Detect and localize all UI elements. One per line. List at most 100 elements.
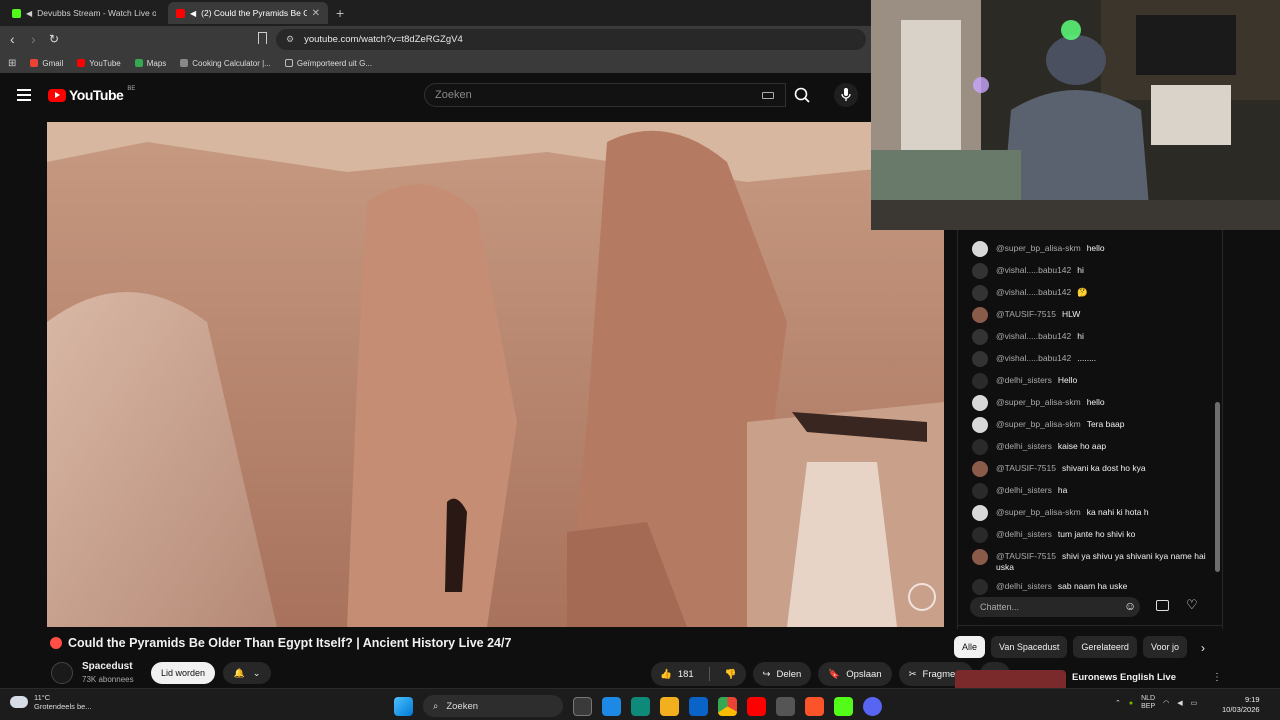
more-vertical-icon[interactable]: ⋮ <box>1212 672 1222 683</box>
chat-author[interactable]: @super_bp_alisa-skm <box>996 419 1081 429</box>
weather-widget[interactable]: 11°C Grotendeels be... <box>10 693 92 711</box>
chat-avatar[interactable] <box>972 263 988 279</box>
reload-icon[interactable]: ↻ <box>49 32 59 46</box>
notification-bell-button[interactable]: 🔔 ⌄ <box>223 662 271 684</box>
brave-icon[interactable] <box>805 696 824 716</box>
close-tab-icon[interactable]: ✕ <box>312 8 320 19</box>
bookmark-youtube[interactable]: YouTube <box>77 59 121 68</box>
address-bar[interactable]: ⚙ youtube.com/watch?v=t8dZeRGZgV4 <box>276 29 866 50</box>
chat-author[interactable]: @super_bp_alisa-skm <box>996 507 1081 517</box>
chat-author[interactable]: @vishal.....babu142 <box>996 287 1071 297</box>
nvidia-icon[interactable]: ● <box>1129 700 1133 707</box>
back-icon[interactable]: ‹ <box>10 31 15 47</box>
chat-avatar[interactable] <box>972 351 988 367</box>
chat-author[interactable]: @delhi_sisters <box>996 441 1052 451</box>
discord-icon[interactable] <box>863 696 882 716</box>
chat-avatar[interactable] <box>972 483 988 499</box>
new-tab-button[interactable]: + <box>336 5 344 21</box>
super-chat-icon[interactable] <box>1156 600 1169 611</box>
channel-name[interactable]: Spacedust <box>82 661 133 672</box>
chat-avatar[interactable] <box>972 549 988 565</box>
chat-avatar[interactable] <box>972 461 988 477</box>
chat-author[interactable]: @delhi_sisters <box>996 375 1052 385</box>
windows-start-icon[interactable] <box>394 696 413 716</box>
chat-author[interactable]: @vishal.....babu142 <box>996 331 1071 341</box>
tab-kick-stream[interactable]: ◀ Devubbs Stream - Watch Live on <box>4 2 164 24</box>
chat-message: @vishal.....babu142........ <box>958 348 1218 370</box>
chat-avatar[interactable] <box>972 417 988 433</box>
webcam-frame-room <box>871 0 1280 230</box>
chat-avatar[interactable] <box>972 307 988 323</box>
chat-avatar[interactable] <box>972 439 988 455</box>
chip-related[interactable]: Gerelateerd <box>1073 636 1137 658</box>
bookmark-cooking-calculator[interactable]: Cooking Calculator |... <box>180 59 271 68</box>
chat-author[interactable]: @super_bp_alisa-skm <box>996 243 1081 253</box>
chip-from-channel[interactable]: Van Spacedust <box>991 636 1068 658</box>
kick-app-icon[interactable] <box>834 696 853 716</box>
bookmark-page-icon[interactable] <box>258 32 267 44</box>
chat-author[interactable]: @delhi_sisters <box>996 485 1052 495</box>
search-button[interactable] <box>788 83 816 107</box>
wifi-icon[interactable]: ◠ <box>1163 699 1169 707</box>
like-button[interactable]: 👍 181 <box>651 662 703 686</box>
chat-author[interactable]: @super_bp_alisa-skm <box>996 397 1081 407</box>
chip-all[interactable]: Alle <box>954 636 986 658</box>
chat-avatar[interactable] <box>972 527 988 543</box>
dislike-button[interactable]: 👎 <box>716 662 746 686</box>
join-button[interactable]: Lid worden <box>151 662 216 684</box>
outlook-icon[interactable] <box>689 696 708 716</box>
live-indicator-icon <box>50 637 62 649</box>
voice-search-button[interactable] <box>834 83 858 107</box>
youtube-app-icon[interactable] <box>747 696 766 716</box>
chip-for-you[interactable]: Voor jo <box>1142 636 1187 658</box>
heart-icon[interactable]: ♡ <box>1186 597 1198 613</box>
chat-author[interactable]: @TAUSIF-7515 <box>996 551 1056 561</box>
edge-icon[interactable] <box>631 696 650 716</box>
battery-icon[interactable]: ▭ <box>1191 699 1198 707</box>
video-player[interactable] <box>47 122 944 627</box>
menu-icon[interactable] <box>17 89 31 101</box>
chat-author[interactable]: @TAUSIF-7515 <box>996 309 1056 319</box>
chat-avatar[interactable] <box>972 241 988 257</box>
chevron-right-icon[interactable]: › <box>1201 641 1205 655</box>
youtube-logo[interactable]: YouTube BE <box>48 86 135 103</box>
chat-avatar[interactable] <box>972 505 988 521</box>
chat-avatar[interactable] <box>972 373 988 389</box>
site-info-icon[interactable]: ⚙ <box>286 34 294 45</box>
file-explorer-icon[interactable] <box>660 696 679 716</box>
language-indicator[interactable]: NLD BEP <box>1141 695 1155 711</box>
widgets-icon[interactable] <box>602 696 621 716</box>
keyboard-icon[interactable] <box>762 92 774 99</box>
search-input[interactable]: Zoeken <box>424 83 786 107</box>
chat-avatar[interactable] <box>972 329 988 345</box>
bookmark-folder-imported[interactable]: Geïmporteerd uit G... <box>284 59 372 68</box>
volume-icon[interactable]: ◀ <box>1177 699 1182 707</box>
share-button[interactable]: ↪ Delen <box>752 662 812 686</box>
thumbs-up-icon: 👍 <box>660 668 672 680</box>
chat-avatar[interactable] <box>972 285 988 301</box>
weather-temperature: 11°C <box>34 693 51 702</box>
chat-avatar[interactable] <box>972 395 988 411</box>
tab-youtube-video[interactable]: ◀ (2) Could the Pyramids Be Older ✕ <box>168 2 328 24</box>
chat-input[interactable]: Chatten... <box>970 597 1140 617</box>
calculator-icon[interactable] <box>776 696 795 716</box>
chevron-up-icon[interactable]: ⌃ <box>1115 699 1121 707</box>
chat-author[interactable]: @vishal.....babu142 <box>996 265 1071 275</box>
chat-author[interactable]: @delhi_sisters <box>996 529 1052 539</box>
forward-icon[interactable]: › <box>31 31 36 47</box>
chat-author[interactable]: @TAUSIF-7515 <box>996 463 1056 473</box>
bookmark-gmail[interactable]: Gmail <box>30 59 63 68</box>
next-video-title[interactable]: Euronews English Live <box>1072 672 1176 683</box>
bookmark-maps[interactable]: Maps <box>134 59 166 68</box>
channel-avatar[interactable] <box>51 662 73 684</box>
next-video-thumbnail[interactable] <box>955 670 1066 690</box>
chrome-icon[interactable] <box>718 696 737 716</box>
emoji-icon[interactable]: ☺ <box>1124 599 1136 613</box>
taskbar-search[interactable]: ⌕ Zoeken <box>423 695 563 717</box>
task-view-icon[interactable] <box>573 696 592 716</box>
system-clock[interactable]: 9:19 10/03/2026 <box>1222 695 1260 715</box>
chat-author[interactable]: @vishal.....babu142 <box>996 353 1071 363</box>
chat-scrollbar[interactable] <box>1215 402 1220 572</box>
save-button[interactable]: 🔖 Opslaan <box>818 662 892 686</box>
apps-grid-icon[interactable]: ⊞ <box>8 58 16 69</box>
